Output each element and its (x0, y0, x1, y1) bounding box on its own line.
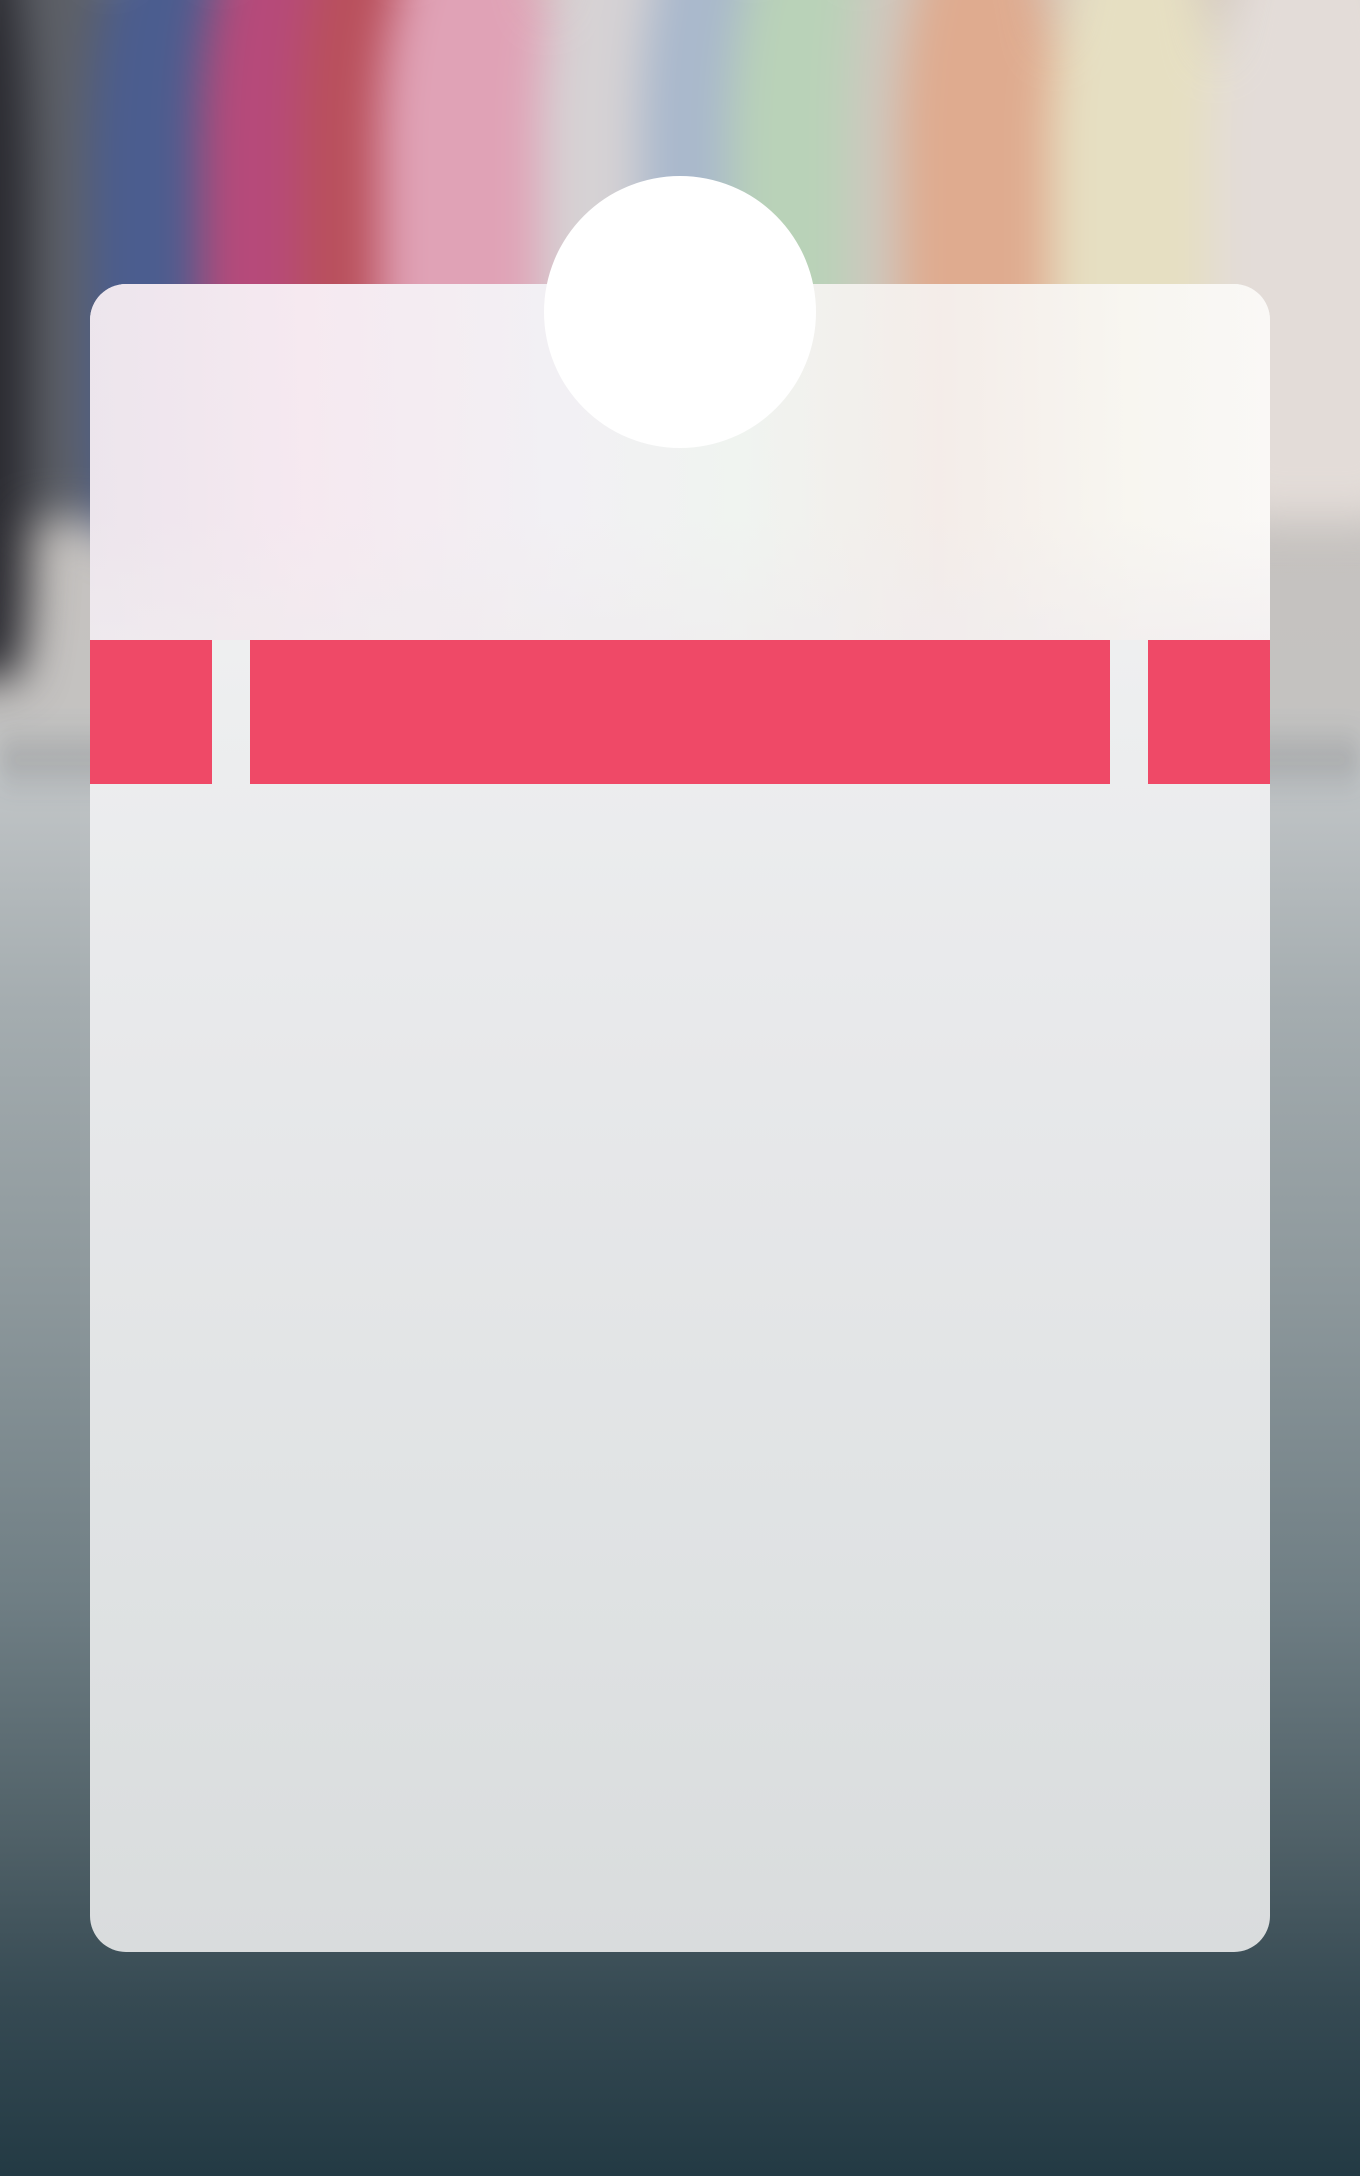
tab-next[interactable] (1148, 640, 1270, 784)
tab-active[interactable] (250, 640, 1110, 784)
profile-card (90, 284, 1270, 1952)
card-content-area (90, 784, 1270, 1952)
avatar[interactable] (544, 176, 816, 448)
tab-previous[interactable] (90, 640, 212, 784)
tab-carousel (90, 640, 1270, 784)
garment-dark (0, 0, 30, 680)
